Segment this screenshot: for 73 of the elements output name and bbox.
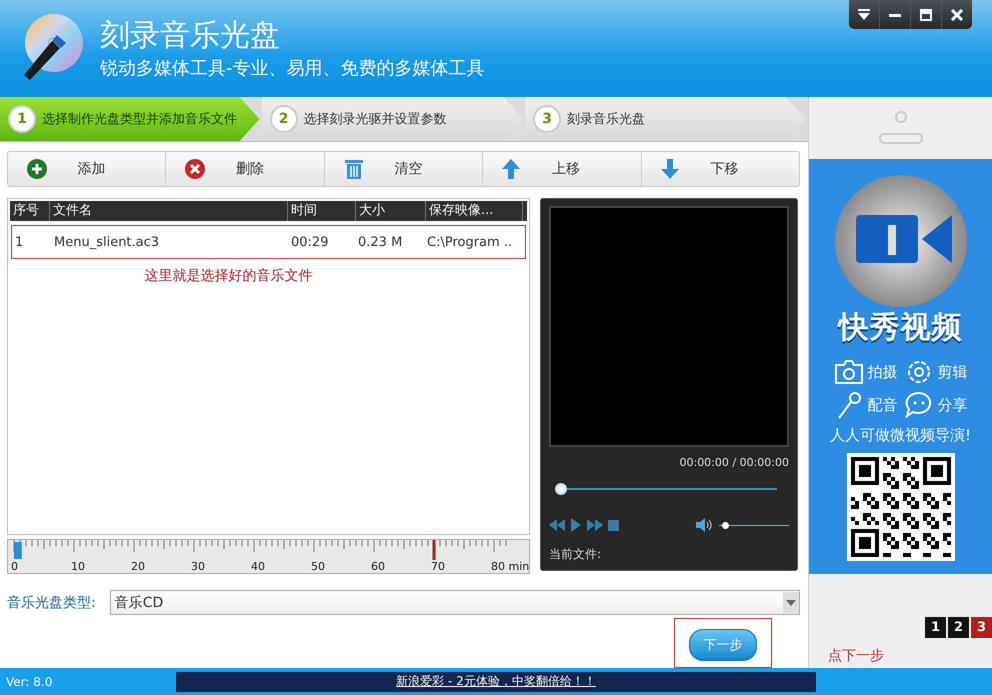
file-row[interactable]: 1 Menu_slient.ac3 00:29 0.23 M C:\Program .. bbox=[11, 225, 526, 259]
dropdown-icon bbox=[858, 8, 870, 20]
promo-link[interactable]: 新浪爱彩 - 2元体验，中奖翻倍给！！ bbox=[396, 673, 596, 690]
toolbar-button[interactable]: 删除 bbox=[165, 152, 324, 186]
disc-type-label: 音乐光盘类型: bbox=[7, 594, 96, 612]
delete-icon bbox=[184, 158, 206, 180]
plus-icon bbox=[26, 158, 48, 180]
chat-icon bbox=[904, 391, 934, 419]
close-icon bbox=[951, 8, 963, 20]
caret-icon bbox=[783, 592, 799, 613]
step-label: 选择刻录光驱并设置参数 bbox=[304, 111, 447, 128]
ruler-label: 70 bbox=[431, 560, 445, 573]
trash-icon bbox=[342, 158, 365, 180]
page-button[interactable]: 2 bbox=[948, 617, 969, 638]
camera-icon bbox=[834, 359, 864, 385]
column-header[interactable]: 大小 bbox=[356, 201, 426, 221]
ruler-label: 50 bbox=[311, 560, 325, 573]
toolbar-button[interactable]: 下移 bbox=[640, 152, 800, 186]
annotation-note: 点下一步 bbox=[828, 647, 884, 665]
ruler-label: 20 bbox=[131, 560, 145, 573]
ruler-label: 60 bbox=[371, 560, 385, 573]
step-label: 选择制作光盘类型并添加音乐文件 bbox=[42, 111, 237, 128]
disc-type-dropdown[interactable]: 音乐CD bbox=[110, 590, 800, 615]
current-file-label: 当前文件: bbox=[549, 546, 602, 563]
table-cell-text: 0.23 M bbox=[357, 234, 404, 250]
maximize-icon bbox=[920, 8, 932, 20]
play-icon[interactable] bbox=[570, 518, 582, 532]
feature-label: 配音 bbox=[868, 396, 898, 414]
step-tab[interactable]: 3 刻录音乐光盘 bbox=[525, 97, 806, 141]
feature-label: 分享 bbox=[938, 396, 968, 414]
speaker-icon[interactable] bbox=[696, 518, 712, 532]
arrow-down-icon bbox=[660, 158, 680, 180]
step-label: 刻录音乐光盘 bbox=[567, 111, 646, 128]
ruler-label: 0 bbox=[11, 560, 18, 573]
toolbar-button[interactable]: 添加 bbox=[8, 152, 166, 186]
column-header[interactable]: 序号 bbox=[10, 201, 50, 221]
column-header[interactable]: 时间 bbox=[288, 201, 356, 221]
toolbar-button[interactable]: 上移 bbox=[482, 152, 641, 186]
table-cell-text: Menu_slient.ac3 bbox=[53, 234, 160, 250]
rewind-icon[interactable] bbox=[549, 519, 565, 531]
feature-label: 剪辑 bbox=[938, 362, 968, 382]
stop-icon[interactable] bbox=[608, 520, 619, 530]
seek-thumb[interactable] bbox=[555, 483, 567, 496]
ad-banner[interactable]: 快秀视频 拍摄 剪辑 配音 分享 人人可做微视频导演! bbox=[809, 159, 992, 574]
column-header[interactable]: 保存映像... bbox=[426, 201, 523, 221]
volume-thumb[interactable] bbox=[722, 522, 729, 528]
step-number: 2 bbox=[270, 105, 298, 133]
ad-slogan: 人人可做微视频导演! bbox=[830, 426, 971, 445]
table-cell-text: 1 bbox=[14, 234, 24, 250]
page-button[interactable]: 1 bbox=[925, 617, 946, 638]
app-title: 刻录音乐光盘 bbox=[100, 18, 281, 54]
ad-title: 快秀视频 bbox=[838, 309, 962, 347]
step-tab[interactable]: 2 选择刻录光驱并设置参数 bbox=[262, 97, 524, 141]
annotation-note: 这里就是选择好的音乐文件 bbox=[144, 267, 314, 285]
arrow-up-icon bbox=[501, 158, 522, 180]
ruler-label: 30 bbox=[191, 560, 205, 573]
ruler-label: 40 bbox=[251, 560, 265, 573]
step-tab[interactable]: 1 选择制作光盘类型并添加音乐文件 bbox=[0, 97, 260, 141]
app-subtitle: 锐动多媒体工具-专业、易用、免费的多媒体工具 bbox=[100, 58, 484, 80]
phone-earpiece-drawing bbox=[876, 110, 924, 146]
version-label: Ver: 8.0 bbox=[6, 674, 54, 688]
fast-forward-icon[interactable] bbox=[587, 519, 603, 531]
step-number: 1 bbox=[8, 105, 36, 133]
playback-time: 00:00:00 / 00:00:00 bbox=[678, 456, 789, 470]
table-cell-text: C:\Program .. bbox=[426, 234, 514, 250]
toolbar-button[interactable]: 清空 bbox=[324, 152, 482, 186]
ruler-label: 10 bbox=[71, 560, 85, 573]
ruler-label: 80 min bbox=[491, 560, 529, 573]
feature-label: 拍摄 bbox=[868, 362, 898, 382]
step-number: 3 bbox=[533, 105, 562, 133]
table-cell-text: 00:29 bbox=[290, 234, 330, 250]
column-header[interactable]: 文件名 bbox=[50, 201, 288, 221]
page-button[interactable]: 3 bbox=[971, 617, 992, 638]
